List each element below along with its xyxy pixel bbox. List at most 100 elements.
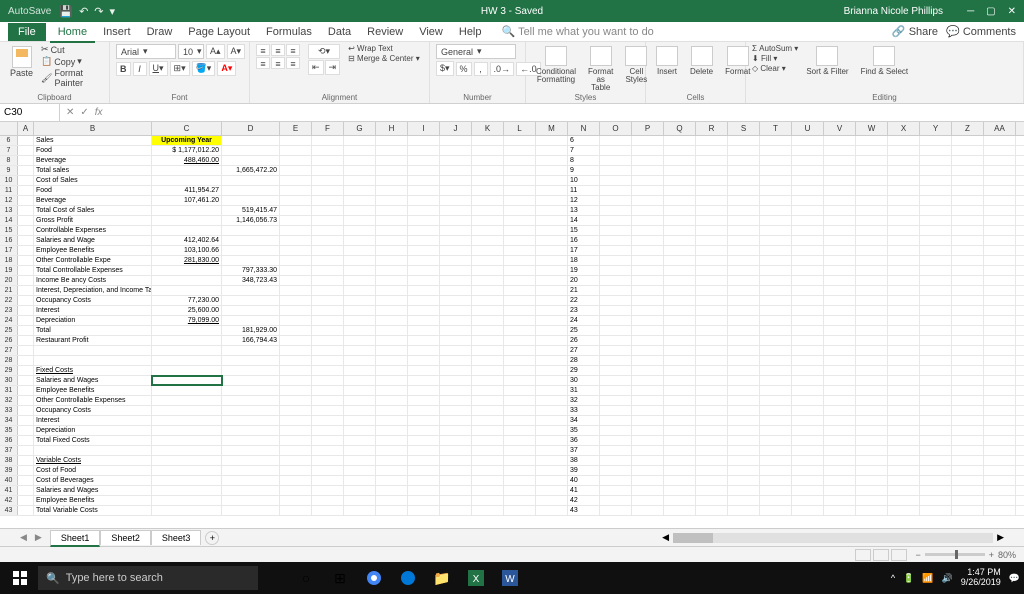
cell[interactable]: [984, 336, 1016, 345]
cell[interactable]: [600, 156, 632, 165]
cell[interactable]: [952, 476, 984, 485]
cell[interactable]: [222, 226, 280, 235]
cell[interactable]: [888, 396, 920, 405]
cell[interactable]: Total sales: [34, 166, 152, 175]
cell[interactable]: [664, 246, 696, 255]
cell[interactable]: [504, 446, 536, 455]
cell[interactable]: [440, 286, 472, 295]
cell[interactable]: [18, 306, 34, 315]
cell[interactable]: [504, 406, 536, 415]
cell[interactable]: [600, 296, 632, 305]
cell[interactable]: [824, 276, 856, 285]
paste-button[interactable]: Paste: [6, 44, 37, 80]
cell[interactable]: [18, 226, 34, 235]
cell[interactable]: [792, 256, 824, 265]
cell[interactable]: [600, 476, 632, 485]
cell[interactable]: [824, 506, 856, 515]
row-header[interactable]: 35: [0, 426, 18, 435]
col-header-F[interactable]: F: [312, 122, 344, 135]
tab-view[interactable]: View: [411, 23, 451, 41]
row-header[interactable]: 6: [0, 136, 18, 145]
cell[interactable]: 79,099.00: [152, 316, 222, 325]
cell[interactable]: [920, 166, 952, 175]
cell[interactable]: 412,402.64: [152, 236, 222, 245]
cell[interactable]: [664, 506, 696, 515]
cell[interactable]: [760, 186, 792, 195]
cell[interactable]: [984, 456, 1016, 465]
cell[interactable]: [888, 486, 920, 495]
col-header-Q[interactable]: Q: [664, 122, 696, 135]
start-button[interactable]: [4, 564, 36, 592]
cell[interactable]: [728, 226, 760, 235]
cell[interactable]: [984, 246, 1016, 255]
cell[interactable]: [344, 146, 376, 155]
cell[interactable]: [18, 366, 34, 375]
cell[interactable]: [984, 396, 1016, 405]
cell[interactable]: [152, 286, 222, 295]
cell[interactable]: Sales: [34, 136, 152, 145]
cell[interactable]: Cost of Food: [34, 466, 152, 475]
row-header[interactable]: 40: [0, 476, 18, 485]
cell[interactable]: [760, 486, 792, 495]
cell[interactable]: [792, 456, 824, 465]
cell[interactable]: [472, 416, 504, 425]
cell[interactable]: Variable Costs: [34, 456, 152, 465]
cell[interactable]: Total Variable Costs: [34, 506, 152, 515]
cell[interactable]: [472, 366, 504, 375]
cell[interactable]: [504, 166, 536, 175]
cell[interactable]: [888, 216, 920, 225]
col-header-D[interactable]: D: [222, 122, 280, 135]
decrease-indent-button[interactable]: ⇤: [308, 60, 324, 75]
cell[interactable]: [984, 506, 1016, 515]
cell[interactable]: [472, 306, 504, 315]
tab-review[interactable]: Review: [359, 23, 411, 41]
cell[interactable]: [920, 436, 952, 445]
cell[interactable]: [440, 456, 472, 465]
cell[interactable]: [984, 296, 1016, 305]
cell[interactable]: [376, 166, 408, 175]
cell[interactable]: [632, 496, 664, 505]
cell[interactable]: [222, 466, 280, 475]
cell[interactable]: [856, 276, 888, 285]
cell[interactable]: [504, 466, 536, 475]
cell[interactable]: [856, 436, 888, 445]
cell[interactable]: [440, 466, 472, 475]
cell[interactable]: [632, 426, 664, 435]
col-header-AA[interactable]: AA: [984, 122, 1016, 135]
cell[interactable]: [472, 236, 504, 245]
fill-button[interactable]: ⬇ Fill ▾: [752, 54, 798, 63]
cell[interactable]: [824, 236, 856, 245]
cell[interactable]: 16: [568, 236, 600, 245]
cell[interactable]: [18, 276, 34, 285]
cell[interactable]: [504, 426, 536, 435]
cell[interactable]: [952, 326, 984, 335]
cell[interactable]: [984, 446, 1016, 455]
row-header[interactable]: 25: [0, 326, 18, 335]
cell[interactable]: [888, 406, 920, 415]
cell[interactable]: 15: [568, 226, 600, 235]
cell[interactable]: [920, 396, 952, 405]
cell[interactable]: [856, 206, 888, 215]
cell[interactable]: [600, 416, 632, 425]
conditional-formatting-button[interactable]: Conditional Formatting: [532, 44, 580, 86]
col-header-O[interactable]: O: [600, 122, 632, 135]
cell[interactable]: [472, 376, 504, 385]
cell[interactable]: [952, 216, 984, 225]
cell[interactable]: [696, 226, 728, 235]
tab-page-layout[interactable]: Page Layout: [180, 23, 258, 41]
cell[interactable]: [856, 386, 888, 395]
cell[interactable]: [888, 266, 920, 275]
cell[interactable]: [984, 286, 1016, 295]
cell[interactable]: [696, 166, 728, 175]
row-header[interactable]: 12: [0, 196, 18, 205]
number-format-combo[interactable]: General▾: [436, 44, 516, 59]
cell[interactable]: [984, 306, 1016, 315]
cell[interactable]: [440, 146, 472, 155]
cell[interactable]: [888, 496, 920, 505]
cell[interactable]: [728, 276, 760, 285]
qat-more-icon[interactable]: ▾: [110, 5, 116, 18]
cell[interactable]: [18, 236, 34, 245]
cell[interactable]: [312, 276, 344, 285]
cell[interactable]: [408, 136, 440, 145]
cell[interactable]: [920, 266, 952, 275]
